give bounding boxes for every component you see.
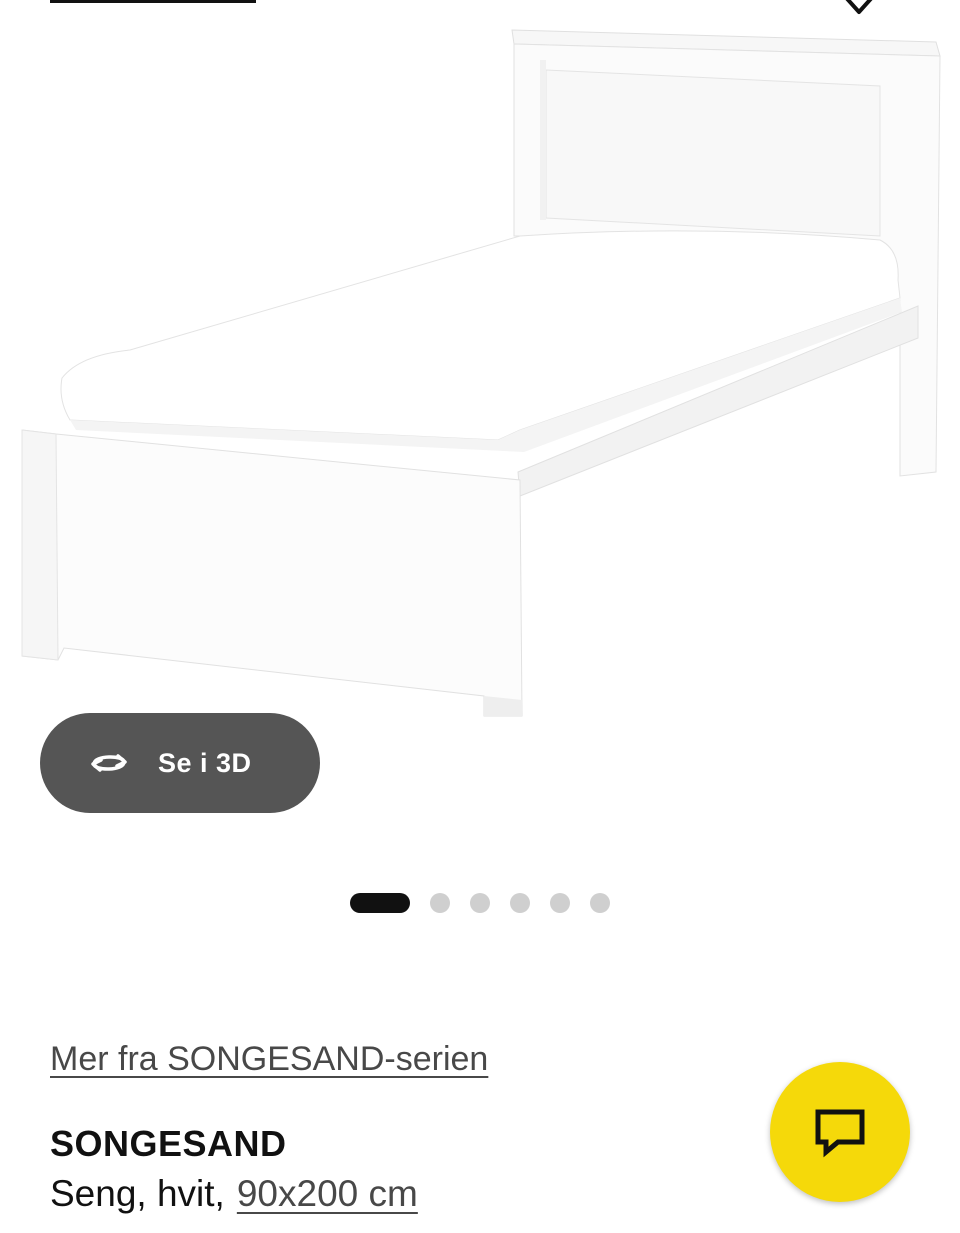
pager-dot[interactable] [590, 893, 610, 913]
pager-dot[interactable] [470, 893, 490, 913]
chat-button[interactable] [770, 1062, 910, 1202]
pager-dot[interactable] [430, 893, 450, 913]
size-link[interactable]: 90x200 cm [237, 1173, 418, 1215]
pager-dot[interactable] [510, 893, 530, 913]
view-in-3d-label: Se i 3D [158, 747, 252, 778]
product-description-text: Seng, hvit, [50, 1173, 225, 1214]
pager-dot[interactable] [350, 893, 410, 913]
series-link[interactable]: Mer fra SONGESAND-serien [50, 1040, 488, 1079]
product-name: SONGESAND [50, 1123, 287, 1164]
product-image-bed[interactable] [0, 0, 960, 730]
chat-bubble-icon [815, 1109, 865, 1158]
rotate-3d-icon [91, 754, 127, 772]
pager-dot[interactable] [550, 893, 570, 913]
product-description: Seng, hvit, 90x200 cm [50, 1173, 418, 1215]
image-pager [350, 893, 610, 913]
view-in-3d-button[interactable]: Se i 3D [40, 713, 320, 813]
